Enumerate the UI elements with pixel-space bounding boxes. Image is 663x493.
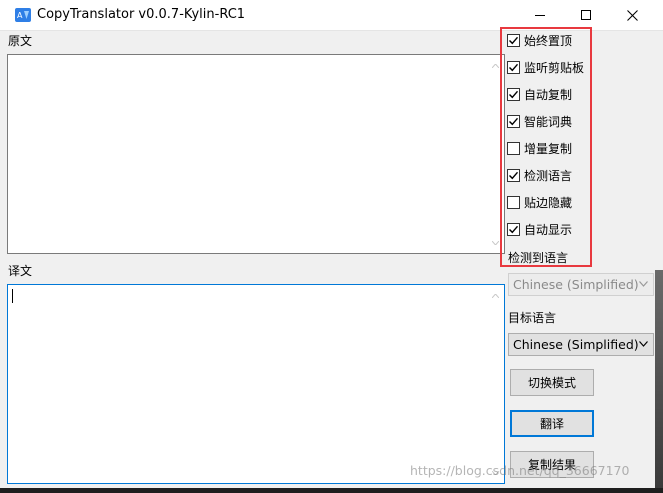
app-icon: A — [15, 8, 31, 22]
maximize-button[interactable] — [563, 0, 609, 30]
close-icon — [626, 9, 638, 21]
scroll-up-icon[interactable] — [487, 287, 504, 304]
result-label: 译文 — [8, 264, 33, 278]
text-caret — [12, 289, 13, 303]
background-edge — [655, 270, 663, 488]
detected-language-value: Chinese (Simplified) — [513, 277, 639, 292]
app-window: A CopyTranslator v0.0.7-Kylin-RC1 原文 译文 — [0, 0, 663, 493]
watermark: https://blog.csdn.net/qq_36667170 — [410, 463, 630, 478]
switch-mode-button[interactable]: 切换模式 — [510, 369, 594, 396]
window-title: CopyTranslator v0.0.7-Kylin-RC1 — [37, 7, 246, 22]
chevron-down-icon — [639, 341, 648, 347]
result-textarea[interactable] — [7, 284, 505, 484]
minimize-button[interactable] — [517, 0, 563, 30]
target-language-value: Chinese (Simplified) — [513, 337, 639, 352]
source-label: 原文 — [8, 34, 33, 48]
maximize-icon — [581, 10, 591, 20]
source-textarea[interactable] — [7, 54, 505, 254]
svg-text:A: A — [17, 11, 23, 20]
highlight-box — [500, 27, 592, 267]
minimize-icon — [535, 15, 545, 16]
detected-language-select[interactable]: Chinese (Simplified) — [508, 273, 654, 296]
translate-button[interactable]: 翻译 — [510, 410, 594, 437]
close-button[interactable] — [609, 0, 655, 30]
result-scrollbar[interactable] — [487, 285, 504, 483]
target-language-select[interactable]: Chinese (Simplified) — [508, 333, 654, 356]
target-language-label: 目标语言 — [508, 311, 557, 325]
taskbar-strip — [0, 488, 663, 493]
chevron-down-icon — [639, 281, 648, 287]
